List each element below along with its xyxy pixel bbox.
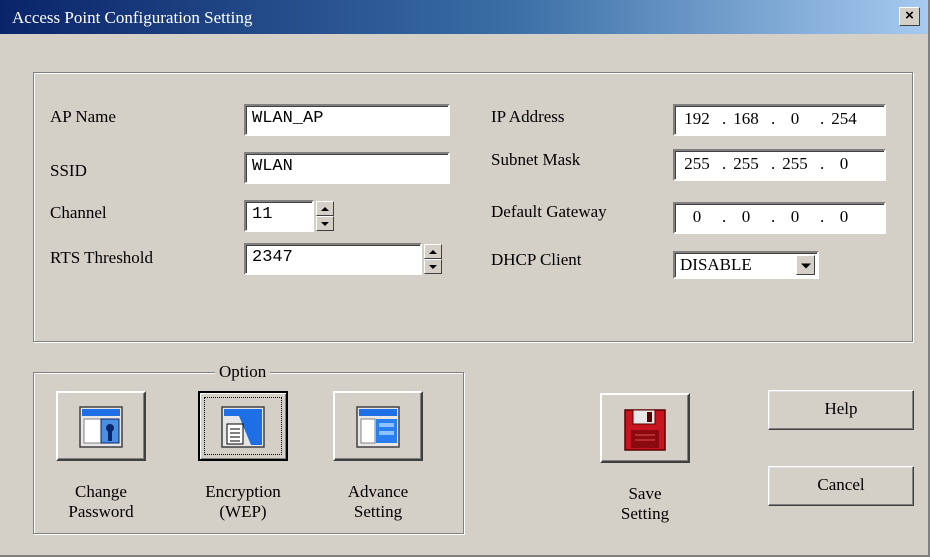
- spin-down-arrow-icon: [321, 221, 329, 226]
- ip-dot: .: [820, 154, 825, 173]
- ip-octet-4: 254: [831, 109, 857, 128]
- channel-spin-down-button[interactable]: [316, 216, 334, 231]
- rts-threshold-input[interactable]: 2347: [244, 243, 422, 275]
- channel-input[interactable]: 11: [244, 200, 314, 232]
- subnet-octet-1: 255: [684, 154, 710, 173]
- ip-octet-3: 0: [790, 109, 800, 128]
- encryption-icon: [221, 406, 265, 448]
- gateway-octet-2: 0: [741, 207, 751, 226]
- change-password-icon: [79, 406, 123, 448]
- ip-octet-2: 168: [733, 109, 759, 128]
- change-password-button[interactable]: [56, 391, 146, 461]
- save-caption-line2: Setting: [620, 504, 670, 523]
- gateway-octet-3: 0: [790, 207, 800, 226]
- rts-spin-up-button[interactable]: [424, 244, 442, 259]
- spin-up-arrow-icon: [429, 249, 437, 254]
- advance-caption-line2: Setting: [353, 502, 403, 521]
- channel-spinner[interactable]: [316, 201, 334, 231]
- channel-spin-up-button[interactable]: [316, 201, 334, 216]
- default-gateway-label: Default Gateway: [491, 202, 607, 221]
- gateway-octet-4: 0: [839, 207, 849, 226]
- help-button[interactable]: Help: [768, 390, 914, 430]
- change-password-caption: Change Password: [56, 482, 146, 522]
- channel-label: Channel: [50, 203, 107, 222]
- change-password-caption-line1: Change: [75, 482, 127, 501]
- rts-spin-down-button[interactable]: [424, 259, 442, 274]
- subnet-octet-2: 255: [733, 154, 759, 173]
- advance-caption-line1: Advance: [347, 482, 409, 501]
- ap-name-input[interactable]: WLAN_AP: [244, 104, 450, 136]
- rts-threshold-spinner[interactable]: [424, 244, 442, 274]
- ip-address-input[interactable]: 192. 168. 0. 254: [673, 104, 886, 136]
- dhcp-client-select[interactable]: DISABLE: [673, 251, 819, 279]
- gateway-octet-1: 0: [692, 207, 702, 226]
- option-group-legend: Option: [215, 362, 271, 382]
- ap-name-label: AP Name: [50, 107, 116, 126]
- spin-down-arrow-icon: [429, 264, 437, 269]
- subnet-mask-input[interactable]: 255. 255. 255. 0: [673, 149, 886, 181]
- dhcp-client-label: DHCP Client: [491, 250, 582, 269]
- save-setting-caption: Save Setting: [600, 484, 690, 524]
- subnet-octet-4: 0: [839, 154, 849, 173]
- encryption-wep-button[interactable]: [198, 391, 288, 461]
- ip-dot: .: [771, 154, 776, 173]
- window-title: Access Point Configuration Setting: [12, 8, 253, 27]
- ip-dot: .: [722, 207, 727, 226]
- ip-octet-1: 192: [684, 109, 710, 128]
- ip-dot: .: [722, 154, 727, 173]
- subnet-mask-label: Subnet Mask: [491, 150, 581, 169]
- cancel-button[interactable]: Cancel: [768, 466, 914, 506]
- spin-up-arrow-icon: [321, 206, 329, 211]
- default-gateway-input[interactable]: 0. 0. 0. 0: [673, 202, 886, 234]
- dhcp-dropdown-button[interactable]: [796, 255, 815, 275]
- ip-dot: .: [771, 207, 776, 226]
- floppy-disk-icon: [624, 409, 666, 451]
- advance-setting-button[interactable]: [333, 391, 423, 461]
- advance-setting-caption: Advance Setting: [333, 482, 423, 522]
- dhcp-client-value: DISABLE: [680, 255, 752, 274]
- advance-setting-icon: [356, 406, 400, 448]
- subnet-octet-3: 255: [782, 154, 808, 173]
- change-password-caption-line2: Password: [68, 502, 134, 521]
- ssid-input[interactable]: WLAN: [244, 152, 450, 184]
- ip-address-label: IP Address: [491, 107, 565, 126]
- rts-threshold-label: RTS Threshold: [50, 248, 154, 267]
- save-setting-button[interactable]: [600, 393, 690, 463]
- save-caption-line1: Save: [628, 484, 662, 503]
- ip-dot: .: [722, 109, 727, 128]
- title-bar[interactable]: Access Point Configuration Setting ×: [0, 0, 928, 34]
- encryption-caption-line1: Encryption: [205, 482, 281, 501]
- ip-dot: .: [820, 109, 825, 128]
- close-button[interactable]: ×: [899, 7, 920, 26]
- chevron-down-icon: [800, 263, 811, 269]
- ip-dot: .: [771, 109, 776, 128]
- encryption-wep-caption: Encryption (WEP): [190, 482, 296, 522]
- config-dialog: Access Point Configuration Setting × AP …: [0, 0, 930, 557]
- ssid-label: SSID: [50, 161, 87, 180]
- ip-dot: .: [820, 207, 825, 226]
- encryption-caption-line2: (WEP): [219, 502, 267, 521]
